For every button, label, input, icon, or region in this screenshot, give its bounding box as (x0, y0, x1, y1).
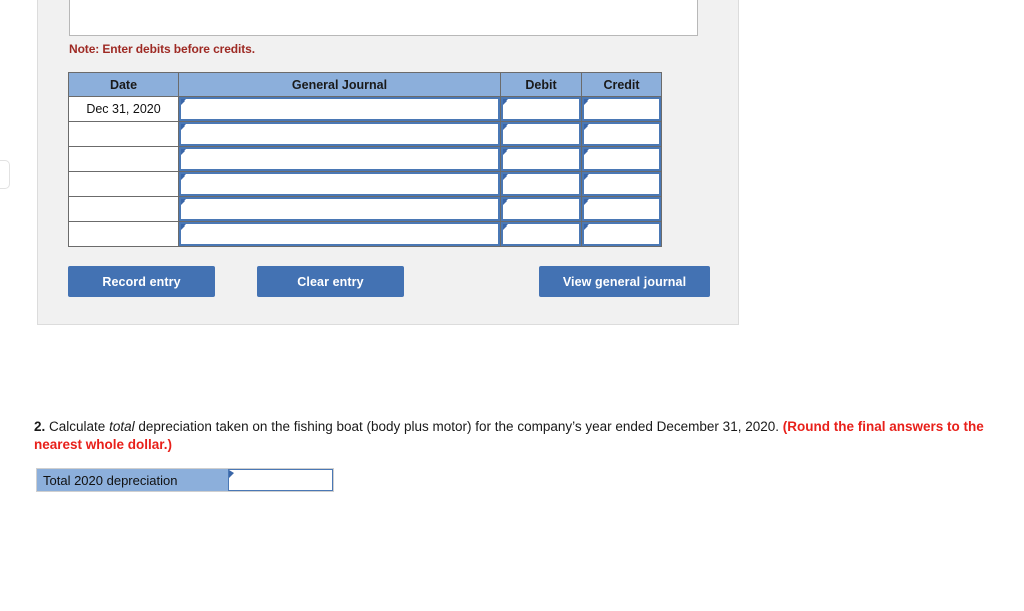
debit-input[interactable] (501, 122, 581, 146)
column-header-date: Date (68, 72, 179, 97)
credit-cell[interactable] (581, 121, 662, 147)
general-journal-input[interactable] (179, 197, 500, 221)
view-general-journal-button[interactable]: View general journal (539, 266, 710, 297)
general-journal-cell[interactable] (178, 171, 501, 197)
general-journal-input[interactable] (179, 222, 500, 246)
general-journal-input[interactable] (179, 97, 500, 121)
question-emphasis-word: total (109, 419, 135, 434)
total-depreciation-input[interactable] (228, 469, 333, 491)
general-journal-input[interactable] (179, 122, 500, 146)
credit-input[interactable] (582, 172, 661, 196)
record-entry-button[interactable]: Record entry (68, 266, 215, 297)
question-2-text: 2. Calculate total depreciation taken on… (34, 418, 1016, 454)
debit-input[interactable] (501, 222, 581, 246)
general-journal-input[interactable] (179, 172, 500, 196)
table-row (68, 171, 662, 197)
date-cell[interactable] (68, 221, 179, 247)
debit-input[interactable] (501, 197, 581, 221)
table-header-row: Date General Journal Debit Credit (68, 72, 662, 97)
general-journal-input[interactable] (179, 147, 500, 171)
table-row: Dec 31, 2020 (68, 96, 662, 122)
credit-cell[interactable] (581, 171, 662, 197)
debit-cell[interactable] (500, 146, 582, 172)
question-text-part-2: depreciation taken on the fishing boat (… (134, 419, 783, 434)
general-journal-cell[interactable] (178, 96, 501, 122)
debit-input[interactable] (501, 97, 581, 121)
date-cell[interactable]: Dec 31, 2020 (68, 96, 179, 122)
debit-input[interactable] (501, 172, 581, 196)
credit-cell[interactable] (581, 96, 662, 122)
general-journal-cell[interactable] (178, 121, 501, 147)
memo-textarea[interactable] (69, 0, 698, 36)
question-text-part-1: Calculate (45, 419, 110, 434)
table-row (68, 221, 662, 247)
table-row (68, 196, 662, 222)
total-depreciation-row: Total 2020 depreciation (36, 468, 334, 492)
general-journal-cell[interactable] (178, 146, 501, 172)
credit-input[interactable] (582, 97, 661, 121)
credit-cell[interactable] (581, 221, 662, 247)
table-row (68, 146, 662, 172)
column-header-general-journal: General Journal (178, 72, 501, 97)
debit-cell[interactable] (500, 196, 582, 222)
debits-before-credits-note: Note: Enter debits before credits. (69, 42, 255, 56)
debit-cell[interactable] (500, 121, 582, 147)
general-journal-cell[interactable] (178, 221, 501, 247)
column-header-debit: Debit (500, 72, 582, 97)
question-number: 2. (34, 419, 46, 434)
credit-input[interactable] (582, 197, 661, 221)
clear-entry-button[interactable]: Clear entry (257, 266, 404, 297)
general-journal-cell[interactable] (178, 196, 501, 222)
date-cell[interactable] (68, 196, 179, 222)
credit-cell[interactable] (581, 146, 662, 172)
debit-input[interactable] (501, 147, 581, 171)
total-depreciation-label: Total 2020 depreciation (37, 469, 228, 491)
credit-input[interactable] (582, 122, 661, 146)
credit-input[interactable] (582, 222, 661, 246)
debit-cell[interactable] (500, 221, 582, 247)
date-cell[interactable] (68, 146, 179, 172)
date-cell[interactable] (68, 121, 179, 147)
column-header-credit: Credit (581, 72, 662, 97)
date-cell[interactable] (68, 171, 179, 197)
journal-entry-panel: Note: Enter debits before credits. Date … (37, 0, 739, 325)
credit-cell[interactable] (581, 196, 662, 222)
journal-entry-table: Date General Journal Debit Credit Dec 31… (68, 72, 662, 247)
debit-cell[interactable] (500, 96, 582, 122)
collapsed-panel-tab[interactable] (0, 160, 10, 189)
debit-cell[interactable] (500, 171, 582, 197)
table-row (68, 121, 662, 147)
credit-input[interactable] (582, 147, 661, 171)
